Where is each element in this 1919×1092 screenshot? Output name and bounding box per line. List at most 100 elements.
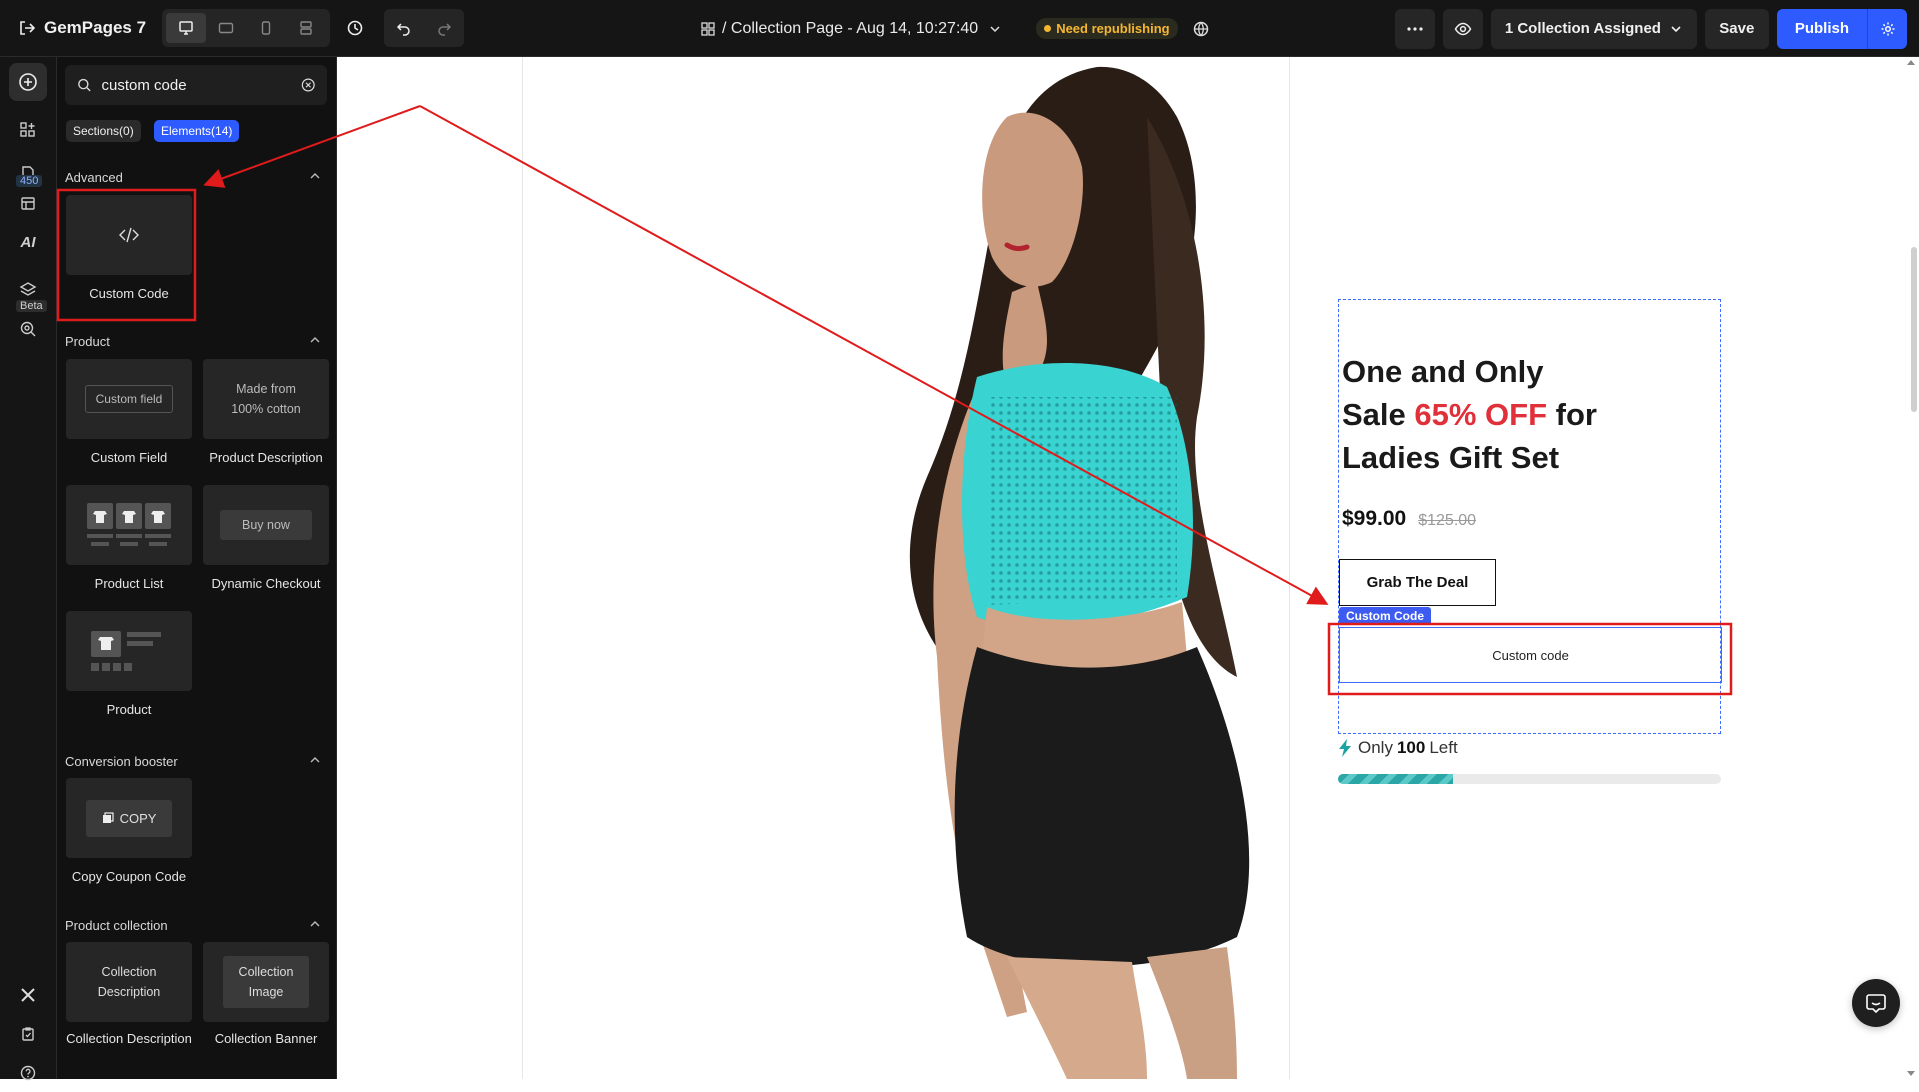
device-switcher — [162, 9, 331, 47]
canvas-scrollbar[interactable] — [1911, 247, 1917, 412]
collection-assigned-label: 1 Collection Assigned — [1504, 20, 1661, 37]
x-button[interactable] — [9, 976, 47, 1014]
product-headline[interactable]: One and Only Sale 65% OFF for Ladies Gif… — [1342, 350, 1597, 479]
product-list-icon — [87, 503, 171, 546]
tile-dynamic-checkout[interactable]: Buy now Dynamic Checkout — [203, 485, 329, 593]
group-conversion-booster[interactable]: Conversion booster — [65, 754, 327, 769]
redo-button[interactable] — [424, 9, 464, 47]
group-advanced[interactable]: Advanced — [65, 170, 327, 185]
headline-line: Ladies Gift Set — [1342, 440, 1560, 475]
collection-image-preview-line: Image — [248, 985, 284, 999]
collection-description-preview: Collection Description — [98, 962, 161, 1002]
ai-button[interactable]: AI — [9, 223, 47, 261]
description-preview: Made from 100% cotton — [231, 379, 301, 419]
stock-progress-fill — [1338, 774, 1453, 784]
custom-code-tag[interactable]: Custom Code — [1339, 607, 1431, 625]
history-icon — [347, 20, 363, 36]
globe-icon[interactable] — [1192, 20, 1210, 38]
chevron-up-icon — [310, 337, 320, 343]
editor-canvas[interactable]: One and Only Sale 65% OFF for Ladies Gif… — [337, 57, 1919, 1079]
apps-button[interactable] — [9, 111, 47, 149]
tile-product-list[interactable]: Product List — [66, 485, 192, 593]
undo-button[interactable] — [384, 9, 424, 47]
tile-collection-description[interactable]: Collection Description Collection Descrip… — [66, 942, 192, 1048]
copy-preview: COPY — [85, 799, 173, 837]
more-options-button[interactable] — [1394, 8, 1435, 49]
tile-label: Collection Description — [66, 1031, 192, 1046]
tile-label: Product — [106, 702, 152, 717]
page-selector[interactable]: / Collection Page - Aug 14, 10:27:40 Nee… — [700, 0, 1210, 57]
scroll-up-arrow[interactable] — [1907, 60, 1915, 65]
sale-price: $99.00 — [1342, 507, 1407, 530]
stock-count: 100 — [1396, 738, 1426, 757]
layers-icon — [19, 282, 37, 296]
discount-highlight: 65% OFF — [1414, 397, 1548, 432]
x-brand-icon — [21, 988, 35, 1002]
group-product-title: Product — [65, 334, 110, 349]
custom-code-block[interactable]: Custom code — [1339, 627, 1722, 683]
tile-product-description[interactable]: Made from 100% cotton Product Description — [203, 359, 329, 467]
beta-feature-button[interactable] — [9, 310, 47, 348]
tile-custom-code[interactable]: Custom Code — [66, 195, 192, 303]
desktop-icon — [179, 21, 193, 35]
sections-filter-tab[interactable]: Sections(0) — [66, 120, 141, 142]
preview-button[interactable] — [1442, 8, 1483, 49]
product-price[interactable]: $99.00 $125.00 — [1342, 507, 1476, 531]
library-button[interactable] — [9, 184, 47, 222]
tile-copy-coupon-code[interactable]: COPY Copy Coupon Code — [66, 778, 192, 886]
chat-button[interactable] — [1852, 979, 1900, 1027]
help-button[interactable] — [9, 1054, 47, 1092]
publish-settings-button[interactable] — [1867, 8, 1907, 49]
brand[interactable]: GemPages 7 — [18, 18, 146, 38]
left-rail: 450 AI Beta — [0, 57, 57, 1081]
chevron-up-icon — [310, 173, 320, 179]
search-input[interactable] — [101, 76, 301, 94]
clipboard-button[interactable] — [9, 1015, 47, 1053]
status-dot — [1044, 25, 1052, 32]
column-guide — [522, 57, 523, 1079]
tile-collection-banner[interactable]: Collection Image Collection Banner — [203, 942, 329, 1048]
status-badge: Need republishing — [1036, 18, 1178, 39]
tile-label: Product List — [94, 576, 164, 591]
stock-counter[interactable]: Only 100 Left — [1338, 738, 1458, 758]
save-button[interactable]: Save — [1704, 8, 1769, 49]
chevron-up-icon — [310, 757, 320, 763]
top-bar: GemPages 7 / Collection Page - Aug 14, 1… — [0, 0, 1919, 57]
headline-for: for — [1547, 397, 1597, 432]
tile-product[interactable]: Product — [66, 611, 192, 719]
tablet-landscape-view-button[interactable] — [206, 13, 246, 43]
add-element-button[interactable] — [9, 63, 47, 101]
chevron-up-icon — [310, 921, 320, 927]
collection-assigned-dropdown[interactable]: 1 Collection Assigned — [1490, 8, 1697, 49]
undo-redo-group — [384, 9, 465, 47]
elements-panel: Sections(0) Elements(14) Advanced Custom… — [57, 57, 337, 1079]
product-icon — [91, 631, 161, 671]
more-icon — [1407, 26, 1423, 31]
stock-prefix: Only — [1358, 738, 1393, 757]
tile-label: Product Description — [209, 450, 323, 465]
elements-filter-tab[interactable]: Elements(14) — [154, 120, 240, 142]
group-product-collection[interactable]: Product collection — [65, 918, 327, 933]
history-button[interactable] — [336, 9, 374, 47]
collection-description-preview-line: Collection — [101, 965, 157, 979]
tile-custom-field[interactable]: Custom field Custom Field — [66, 359, 192, 467]
redo-icon — [438, 23, 452, 36]
publish-button[interactable]: Publish — [1776, 8, 1867, 49]
copy-icon — [102, 812, 114, 823]
scroll-down-arrow[interactable] — [1907, 1071, 1915, 1076]
group-collection-title: Product collection — [65, 918, 168, 933]
grab-deal-button[interactable]: Grab The Deal — [1339, 559, 1496, 606]
headline-sale: Sale — [1342, 397, 1415, 432]
desktop-view-button[interactable] — [166, 13, 207, 43]
exit-icon — [20, 21, 36, 35]
product-section[interactable]: One and Only Sale 65% OFF for Ladies Gif… — [1338, 299, 1722, 734]
clear-search-icon[interactable] — [301, 77, 316, 93]
tile-thumb: Collection Description — [66, 942, 192, 1022]
pages-grid-icon — [701, 21, 715, 36]
layout-view-button[interactable] — [286, 13, 326, 43]
group-conversion-title: Conversion booster — [65, 754, 178, 769]
search-box — [65, 65, 327, 105]
group-product[interactable]: Product — [65, 334, 327, 349]
buy-now-preview: Buy now — [220, 510, 312, 540]
mobile-view-button[interactable] — [246, 13, 286, 43]
